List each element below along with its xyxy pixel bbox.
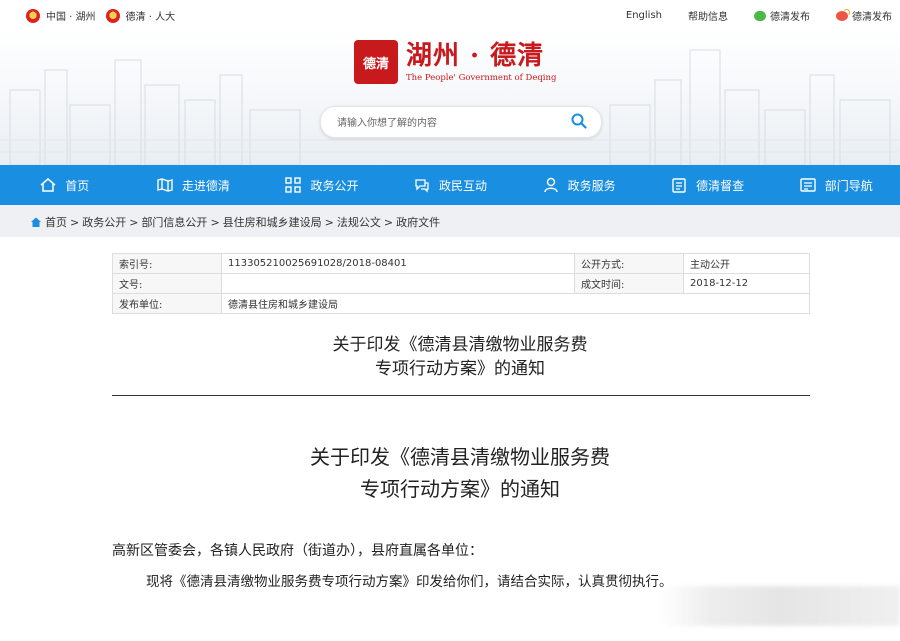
date-label: 成文时间:: [574, 273, 684, 294]
top-left-links: 中国 · 湖州 德清 · 人大: [26, 8, 175, 23]
home-icon: [31, 217, 41, 227]
link-deqing-npc[interactable]: 德清 · 人大: [126, 8, 176, 23]
link-english[interactable]: English: [626, 10, 662, 21]
breadcrumb-item-home[interactable]: 首页: [45, 214, 67, 230]
home-icon: [40, 178, 56, 192]
nav-item-label: 首页: [65, 178, 90, 193]
docno-label: 文号:: [112, 273, 222, 294]
method-label: 公开方式:: [574, 253, 684, 274]
link-help[interactable]: 帮助信息: [688, 8, 728, 23]
table-row: 索引号: 113305210025691028/2018-08401 公开方式:…: [112, 253, 810, 274]
document-header-title-line1: 关于印发《德清县清缴物业服务费: [332, 335, 588, 355]
nav-item-label: 政务公开: [310, 178, 359, 193]
nav-item-supervision[interactable]: 德清督查: [643, 165, 772, 205]
deqing-seal-logo: 德清: [354, 40, 398, 84]
link-help-label: 帮助信息: [688, 12, 728, 23]
grid-icon: [285, 177, 302, 193]
nav-item-label: 部门导航: [824, 178, 873, 193]
nav-item-label: 走进德清: [181, 178, 230, 193]
nav-item-services[interactable]: 政务服务: [514, 165, 643, 205]
site-header: 德清 湖州 · 德清 The People' Government of Deq…: [0, 30, 900, 165]
document-paragraph: 现将《德清县清缴物业服务费专项行动方案》印发给你们，请结合实际，认真贯彻执行。: [146, 574, 673, 590]
main-nav: 首页 走进德清 政务公开 政民互动 政务服务 德清督查 部门导航: [0, 165, 900, 205]
link-weibo-label: 德清发布: [852, 12, 892, 23]
document-info-table: 索引号: 113305210025691028/2018-08401 公开方式:…: [112, 253, 810, 314]
docno-value: [221, 273, 575, 294]
title-divider: [112, 395, 810, 396]
date-value: 2018-12-12: [683, 273, 810, 294]
breadcrumb-item-open-gov[interactable]: 政务公开: [82, 214, 126, 230]
breadcrumb-separator: >: [129, 215, 139, 229]
nav-item-label: 德清督查: [696, 178, 745, 193]
breadcrumb-separator: >: [383, 215, 394, 229]
national-emblem-icon: [26, 8, 40, 23]
breadcrumb-item-dept-info[interactable]: 部门信息公开: [141, 214, 207, 230]
document-body-title-line1: 关于印发《德清县清缴物业服务费: [310, 445, 610, 469]
top-bar: 中国 · 湖州 德清 · 人大 English 帮助信息 德清发布 德清发布: [0, 0, 900, 30]
breadcrumb-item-gov-docs[interactable]: 政府文件: [396, 214, 440, 230]
seal-text: 德清: [362, 56, 389, 72]
link-china-huzhou[interactable]: 中国 · 湖州: [46, 8, 96, 23]
document-body-title-line2: 专项行动方案》的通知: [360, 477, 560, 501]
breadcrumb-item-regulations[interactable]: 法规公文: [337, 214, 381, 230]
document-header-title: 关于印发《德清县清缴物业服务费 专项行动方案》的通知: [0, 333, 900, 381]
clipboard-icon: [672, 178, 686, 193]
breadcrumb-separator: >: [70, 215, 80, 229]
nav-item-home[interactable]: 首页: [0, 165, 129, 205]
nav-item-interaction[interactable]: 政民互动: [386, 165, 515, 205]
link-english-label: English: [625, 10, 662, 21]
site-title: 湖州 · 德清: [406, 41, 545, 71]
nav-item-label: 政民互动: [439, 178, 488, 193]
site-logo[interactable]: 德清 湖州 · 德清 The People' Government of Deq…: [354, 40, 556, 84]
search-box: [320, 106, 602, 138]
breadcrumb-separator: >: [210, 215, 220, 229]
document-body-title: 关于印发《德清县清缴物业服务费 专项行动方案》的通知: [0, 441, 900, 505]
breadcrumb-separator: >: [324, 215, 334, 229]
search-icon[interactable]: [571, 113, 587, 129]
table-row: 文号: 成文时间: 2018-12-12: [112, 273, 810, 294]
index-value: 113305210025691028/2018-08401: [221, 253, 575, 274]
chat-icon: [415, 179, 429, 193]
method-value: 主动公开: [683, 253, 810, 274]
site-subtitle: The People' Government of Deqing: [406, 73, 557, 83]
top-right-links: English 帮助信息 德清发布 德清发布: [626, 8, 892, 23]
map-icon: [157, 178, 173, 192]
list-icon: [800, 178, 816, 192]
weibo-icon: [836, 8, 850, 21]
link-wechat-label: 德清发布: [770, 12, 810, 23]
wechat-icon: [754, 10, 766, 21]
table-row: 发布单位: 德清县住房和城乡建设局: [112, 293, 810, 314]
nav-item-departments[interactable]: 部门导航: [771, 165, 900, 205]
link-weibo[interactable]: 德清发布: [836, 8, 892, 23]
national-emblem-icon: [105, 8, 120, 23]
document-greeting: 高新区管委会，各镇人民政府（街道办），县府直属各单位：: [112, 543, 483, 559]
user-icon: [543, 177, 558, 193]
nav-item-open-gov[interactable]: 政务公开: [257, 165, 386, 205]
document-header-title-line2: 专项行动方案》的通知: [375, 359, 545, 379]
publisher-value: 德清县住房和城乡建设局: [221, 293, 810, 314]
search-input[interactable]: [335, 114, 559, 132]
publisher-label: 发布单位:: [112, 293, 222, 314]
breadcrumb: 首页 > 政务公开 > 部门信息公开 > 县住房和城乡建设局 > 法规公文 > 政府文件: [0, 205, 900, 237]
link-wechat[interactable]: 德清发布: [754, 8, 810, 23]
blurred-watermark: [660, 586, 900, 626]
nav-item-about[interactable]: 走进德清: [129, 165, 258, 205]
breadcrumb-item-housing-bureau[interactable]: 县住房和城乡建设局: [223, 214, 322, 230]
index-label: 索引号:: [112, 253, 222, 274]
nav-item-label: 政务服务: [567, 178, 616, 193]
